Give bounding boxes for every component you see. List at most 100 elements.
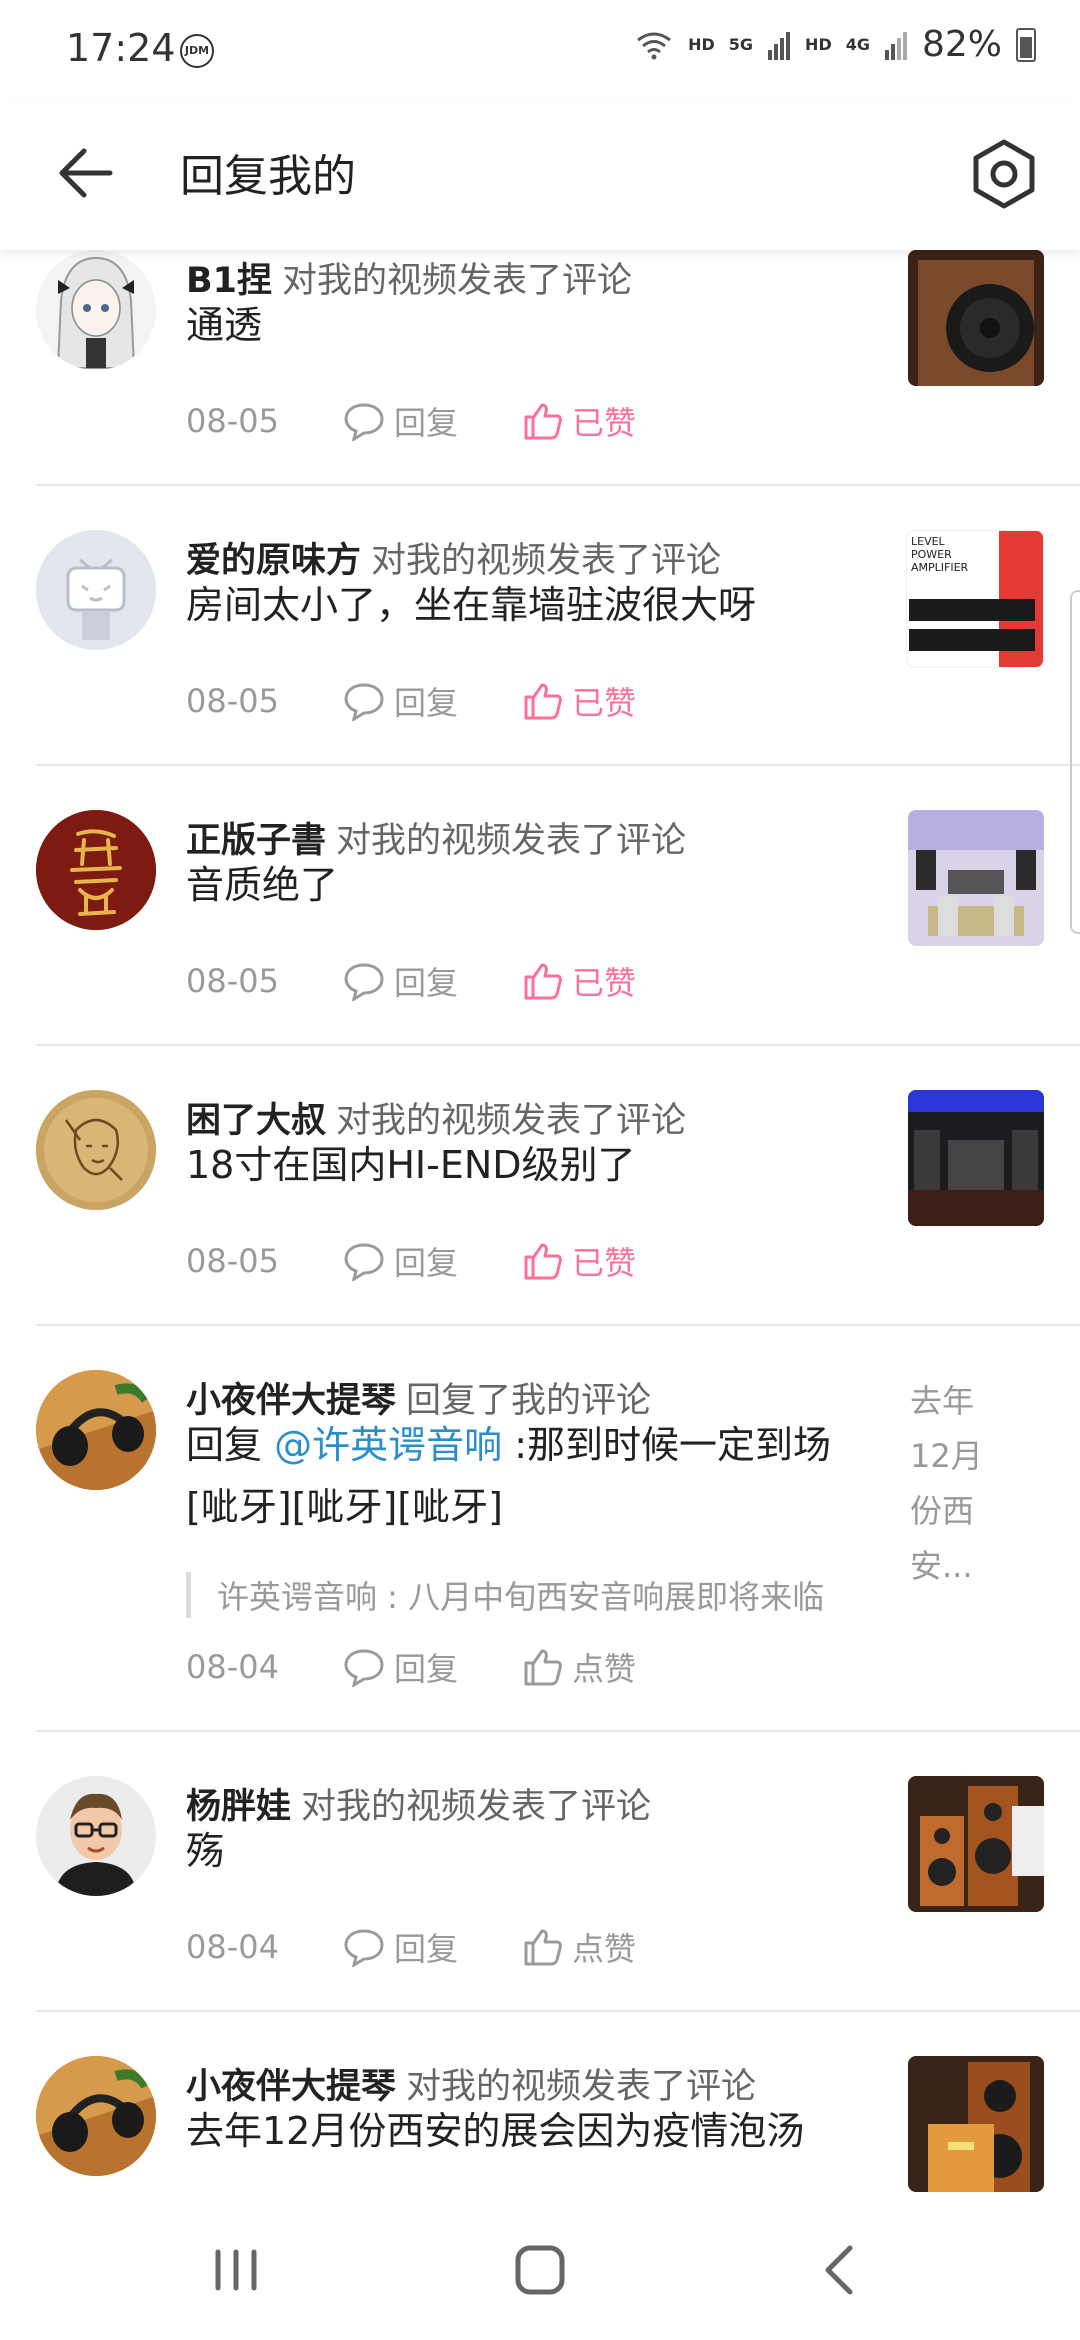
back-nav-icon[interactable] [800,2230,880,2310]
comment-bubble-icon [344,1649,384,1687]
reply-button[interactable]: 回复 [342,958,522,1004]
avatar[interactable] [36,2056,156,2176]
system-nav-bar [0,2200,1080,2340]
like-button[interactable]: 点赞 [522,1644,636,1690]
list-item[interactable]: 小夜伴大提琴 回复了我的评论 回复 @许英谔音响 :那到时候一定到场 [呲牙][呲… [0,1370,1080,1732]
comment-content[interactable]: 殇 [186,1820,224,1882]
date-label: 08-05 [186,682,279,720]
reply-label: 回复 [394,1244,459,1282]
anime-girl-avatar-icon [36,250,156,370]
item-meta: 08-05 回复 已赞 [186,1238,636,1284]
thumbs-up-icon [524,1649,562,1686]
divider [36,1044,1080,1046]
item-meta: 08-04 回复 点赞 [186,1924,636,1970]
signal-icon [768,31,791,60]
avatar[interactable] [36,530,156,650]
comment-content[interactable]: 18寸在国内HI-END级别了 [186,1134,636,1196]
action-text: 对我的视频发表了评论 [336,821,687,861]
like-button[interactable]: 已赞 [522,678,636,724]
avatar[interactable] [36,1090,156,1210]
list-item[interactable]: 杨胖娃 对我的视频发表了评论 殇 08-04 回复 点赞 [0,1776,1080,2012]
thumbs-up-icon [524,963,562,1000]
video-thumbnail[interactable] [908,810,1044,946]
comment-bubble-icon [344,1929,384,1967]
like-button[interactable]: 已赞 [522,1238,636,1284]
hifi-showroom-image-icon [908,1090,1044,1226]
comment-bubble-icon [344,683,384,721]
preview-line-1: 去年 [910,1382,975,1420]
headphones-avatar-icon [36,1370,156,1490]
avatar[interactable] [36,1776,156,1896]
reply-button[interactable]: 回复 [342,1238,522,1284]
tv-mascot-avatar-icon [36,530,156,650]
action-text: 对我的视频发表了评论 [282,261,633,301]
thumb-text-1: LEVEL [911,535,946,548]
like-label: 点赞 [572,1650,637,1688]
reply-button[interactable]: 回复 [342,398,522,444]
preview-line-2: 12月 [910,1437,983,1475]
status-time: 17:24 [66,26,176,70]
list-item[interactable]: 困了大叔 对我的视频发表了评论 18寸在国内HI-END级别了 08-05 回复 … [0,1090,1080,1326]
battery-icon [1016,27,1036,62]
quoted-comment[interactable]: 许英谔音响 : 八月中旬西安音响展即将来临 [186,1572,824,1618]
cartoon-man-avatar-icon [36,1776,156,1896]
video-thumbnail[interactable] [908,2056,1044,2192]
item-meta: 08-05 回复 已赞 [186,678,636,724]
liked-label: 已赞 [572,404,637,442]
reply-button[interactable]: 回复 [342,678,522,724]
reply-label: 回复 [394,1930,459,1968]
scroll-indicator[interactable] [1070,590,1080,934]
video-thumbnail[interactable] [908,250,1044,386]
avatar[interactable] [36,250,156,370]
item-header: 杨胖娃 对我的视频发表了评论 [186,1778,651,1829]
comment-content[interactable]: 回复 @许英谔音响 :那到时候一定到场 [呲牙][呲牙][呲牙] [186,1414,831,1538]
orange-speaker-image-icon [908,2056,1044,2192]
like-button[interactable]: 已赞 [522,958,636,1004]
back-arrow-icon[interactable] [50,138,120,208]
divider [36,764,1080,766]
avatar[interactable] [36,1370,156,1490]
date-label: 08-05 [186,1242,279,1280]
preview-line-3: 份西安... [910,1492,975,1585]
video-thumbnail[interactable] [908,1090,1044,1226]
thumbs-up-icon [524,1929,562,1966]
settings-hexagon-icon[interactable] [964,134,1044,214]
comment-content[interactable]: 音质绝了 [186,854,338,916]
list-item[interactable]: 小夜伴大提琴 对我的视频发表了评论 去年12月份西安的展会因为疫情泡汤 [0,2056,1080,2200]
list-item[interactable]: 爱的原味方 对我的视频发表了评论 房间太小了，坐在靠墙驻波很大呀 08-05 回复… [0,530,1080,766]
sketch-portrait-avatar-icon [36,1090,156,1210]
mention-link[interactable]: @许英谔音响 [274,1423,502,1467]
net-label-3: HD [805,35,832,54]
original-comment-preview[interactable]: 去年 12月 份西安... [910,1374,1030,1594]
wifi-icon [637,32,672,59]
calligraphy-seal-avatar-icon [36,810,156,930]
item-meta: 08-04 回复 点赞 [186,1644,636,1690]
divider [36,2010,1080,2012]
app-header: 回复我的 [0,100,1080,250]
comment-content[interactable]: 去年12月份西安的展会因为疫情泡汤 [186,2100,804,2162]
reply-button[interactable]: 回复 [342,1644,522,1690]
video-thumbnail[interactable] [908,1776,1044,1912]
recent-apps-icon[interactable] [196,2230,276,2310]
comment-content[interactable]: 房间太小了，坐在靠墙驻波很大呀 [186,574,756,636]
liked-label: 已赞 [572,1244,637,1282]
like-button[interactable]: 点赞 [522,1924,636,1970]
net-label-1: HD [688,35,715,54]
thumbs-up-icon [524,403,562,440]
avatar[interactable] [36,810,156,930]
video-thumbnail[interactable]: LEVEL POWER AMPLIFIER [906,530,1044,668]
reply-button[interactable]: 回复 [342,1924,522,1970]
divider [36,484,1080,486]
list-item[interactable]: B1捏 对我的视频发表了评论 通透 08-05 回复 已赞 [0,250,1080,486]
headphones-avatar-icon [36,2056,156,2176]
home-icon[interactable] [500,2230,580,2310]
thumbs-up-icon [524,683,562,720]
comment-content[interactable]: 通透 [186,294,262,356]
comment-bubble-icon [344,963,384,1001]
like-button[interactable]: 已赞 [522,398,636,444]
wooden-speakers-image-icon [908,1776,1044,1912]
list-item[interactable]: 正版子書 对我的视频发表了评论 音质绝了 08-05 回复 已赞 [0,810,1080,1046]
jdm-badge-icon: JDM [180,34,214,68]
signal-icon-2 [884,31,907,60]
date-label: 08-04 [186,1928,279,1966]
